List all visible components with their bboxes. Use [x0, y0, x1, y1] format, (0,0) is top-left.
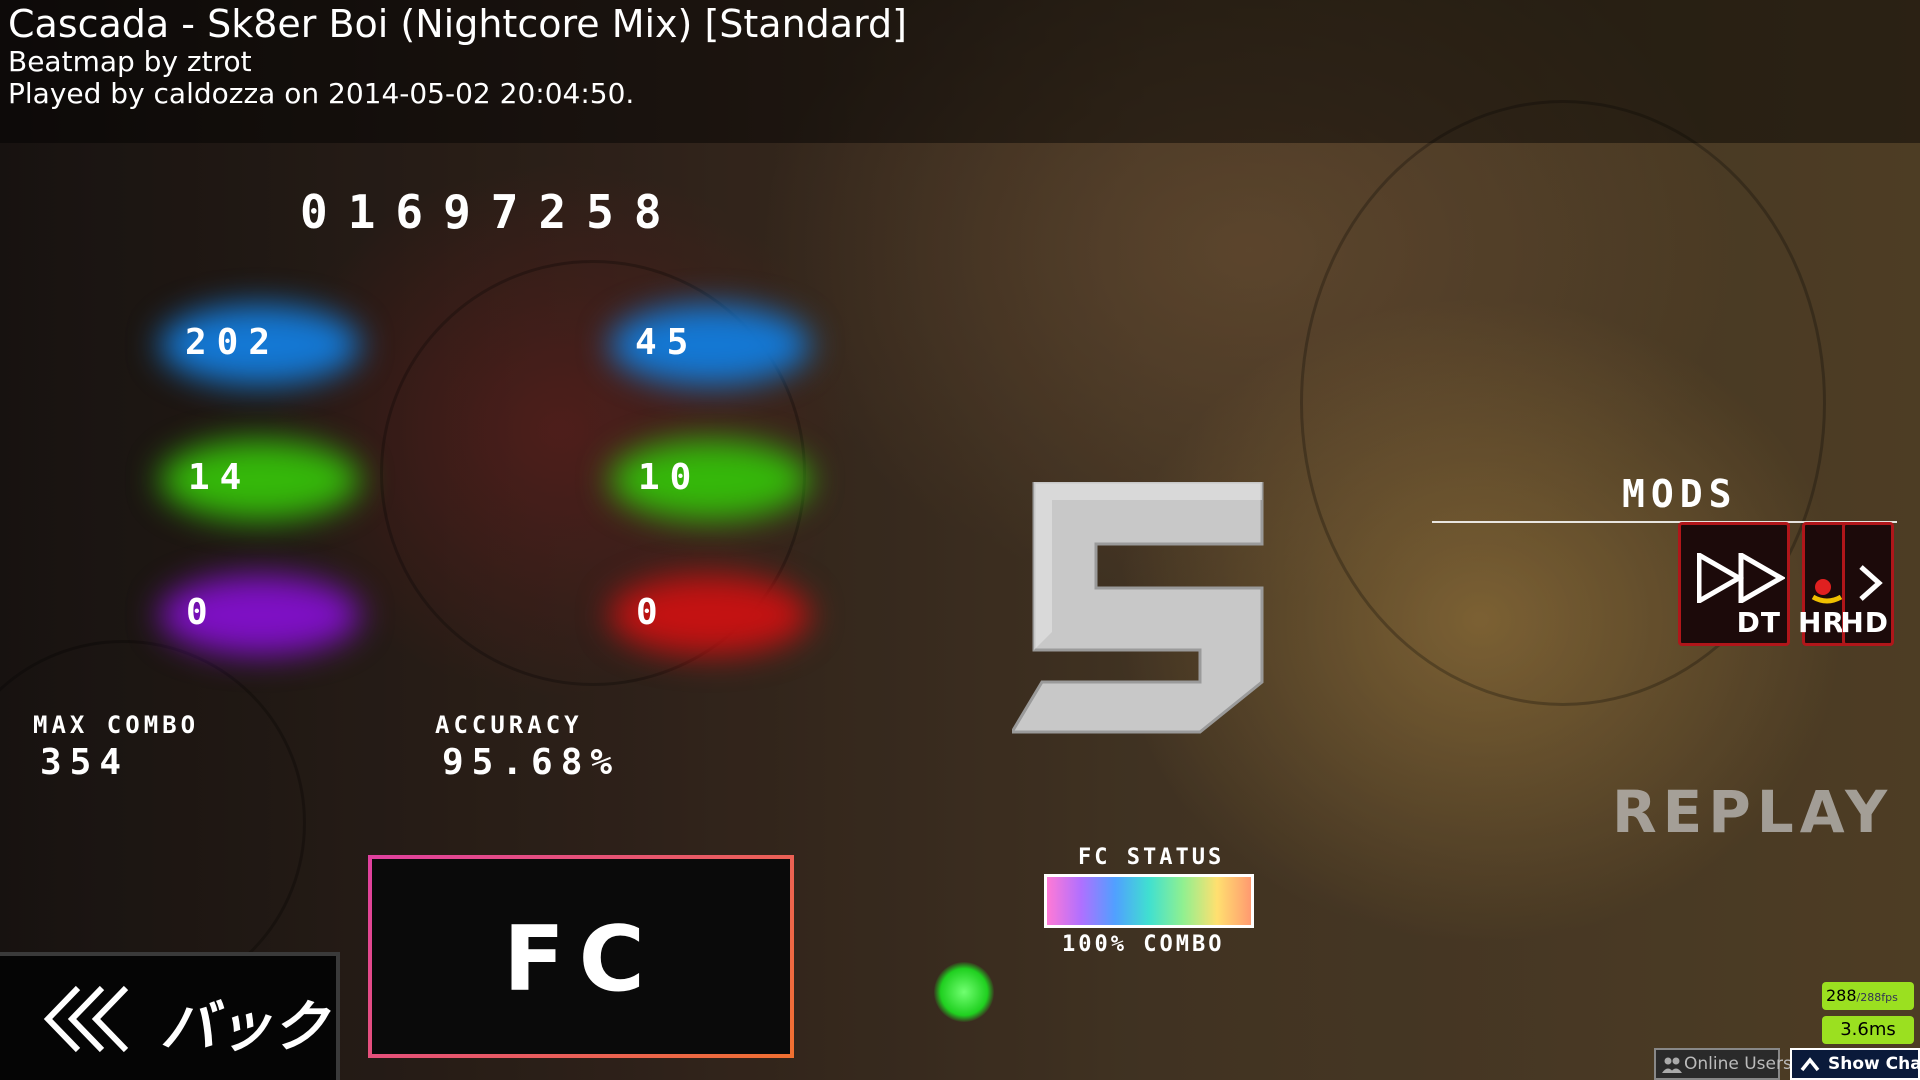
song-title: Cascada - Sk8er Boi (Nightcore Mix) [Sta… — [8, 2, 907, 46]
mod-double-time: DT — [1678, 522, 1790, 646]
chevrons-left-icon — [43, 985, 129, 1053]
miss-count: 0 — [636, 592, 668, 633]
frame-time: 3.6ms — [1822, 1016, 1914, 1044]
show-chat-label: Show Chat — [1828, 1054, 1920, 1074]
geki-count: 45 — [635, 322, 699, 363]
chevron-up-icon — [1800, 1057, 1820, 1072]
mod-hidden: HD — [1840, 522, 1894, 646]
beatmap-author: Beatmap by ztrot — [8, 45, 252, 78]
cursor-indicator — [934, 962, 994, 1022]
max-combo-label: MAX COMBO — [33, 711, 200, 739]
play-info: Played by caldozza on 2014-05-02 20:04:5… — [8, 77, 635, 110]
fc-status-label: FC STATUS — [1078, 845, 1225, 870]
double-time-icon — [1697, 553, 1785, 603]
mod-label-hr: HR — [1798, 606, 1845, 639]
fps-value: 288 — [1826, 986, 1857, 1005]
online-users-button[interactable]: Online Users — [1654, 1048, 1792, 1080]
fc-box-label: FC — [503, 907, 659, 1012]
back-button[interactable]: バック — [0, 952, 340, 1080]
users-icon — [1662, 1057, 1682, 1073]
accuracy-label: ACCURACY — [435, 711, 583, 739]
grade-s-icon — [1012, 482, 1264, 734]
mods-title: MODS — [1622, 472, 1738, 516]
fc-status-bar — [1044, 874, 1254, 928]
accuracy-value: 95.68% — [442, 742, 621, 783]
online-users-label: Online Users — [1684, 1054, 1792, 1074]
replay-label: REPLAY — [1612, 778, 1894, 846]
hard-rock-icon — [1811, 579, 1843, 604]
hit50-count: 0 — [186, 592, 218, 633]
fc-box: FC — [368, 855, 794, 1058]
ranking-header: Cascada - Sk8er Boi (Nightcore Mix) [Sta… — [0, 0, 1920, 143]
show-chat-button[interactable]: Show Chat — [1790, 1048, 1920, 1080]
hit100-count: 14 — [188, 457, 252, 498]
mod-label-dt: DT — [1736, 606, 1781, 639]
total-score: 01697258 — [300, 185, 682, 239]
fps-counter: 288/288fps — [1822, 982, 1914, 1010]
max-combo-value: 354 — [40, 742, 130, 783]
mod-label-hd: HD — [1840, 606, 1889, 639]
back-button-label: バック — [160, 995, 328, 1060]
hidden-icon — [1859, 565, 1883, 601]
hit300-count: 202 — [185, 322, 281, 363]
fc-combo-label: 100% COMBO — [1062, 932, 1225, 957]
fps-limit: /288fps — [1856, 991, 1898, 1004]
katu-count: 10 — [638, 457, 702, 498]
